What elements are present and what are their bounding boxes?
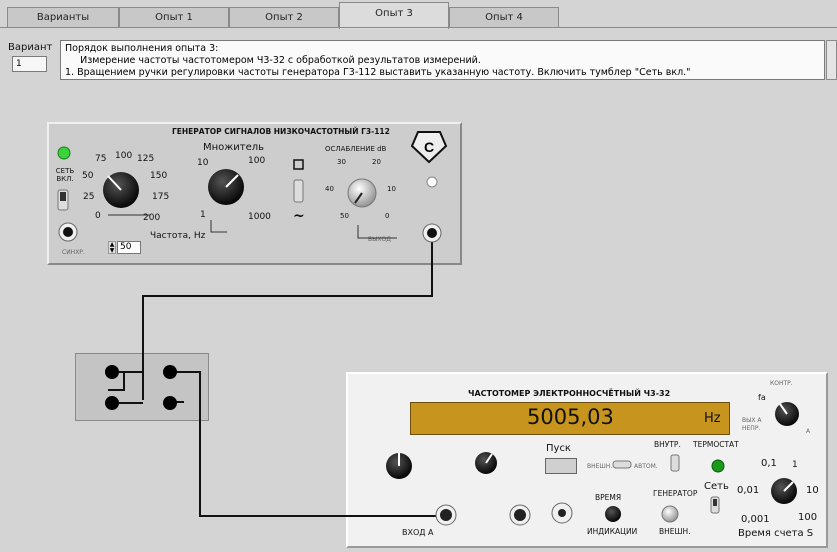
internal-toggle[interactable] (670, 454, 680, 472)
square-wave-icon (293, 159, 304, 170)
terminal-top-left[interactable] (105, 365, 119, 379)
thermostat-led-icon (711, 459, 725, 473)
sync-connector-core (63, 227, 73, 237)
ground-connector-core (558, 509, 566, 517)
start-mode-toggle[interactable] (612, 460, 632, 469)
terminal-bottom-right[interactable] (163, 396, 177, 410)
output-connector-core (427, 228, 437, 238)
display-time-knob[interactable] (605, 506, 621, 522)
input-a-connector-core (440, 509, 452, 521)
terminal-bottom-left[interactable] (105, 396, 119, 410)
terminal-top-right[interactable] (163, 365, 177, 379)
quality-mark-letter: C (424, 139, 434, 155)
instrument-graphics: C (57, 131, 799, 526)
external-gen-knob[interactable] (661, 505, 679, 523)
network-toggle-lever (713, 499, 717, 506)
input-b-connector-core (514, 509, 526, 521)
waveform-toggle[interactable] (293, 179, 304, 203)
output-indicator-icon (426, 176, 438, 188)
atten-bracket (357, 225, 397, 239)
mult-bracket (210, 220, 227, 233)
power-led-icon (57, 146, 71, 160)
power-toggle-lever (60, 192, 66, 201)
